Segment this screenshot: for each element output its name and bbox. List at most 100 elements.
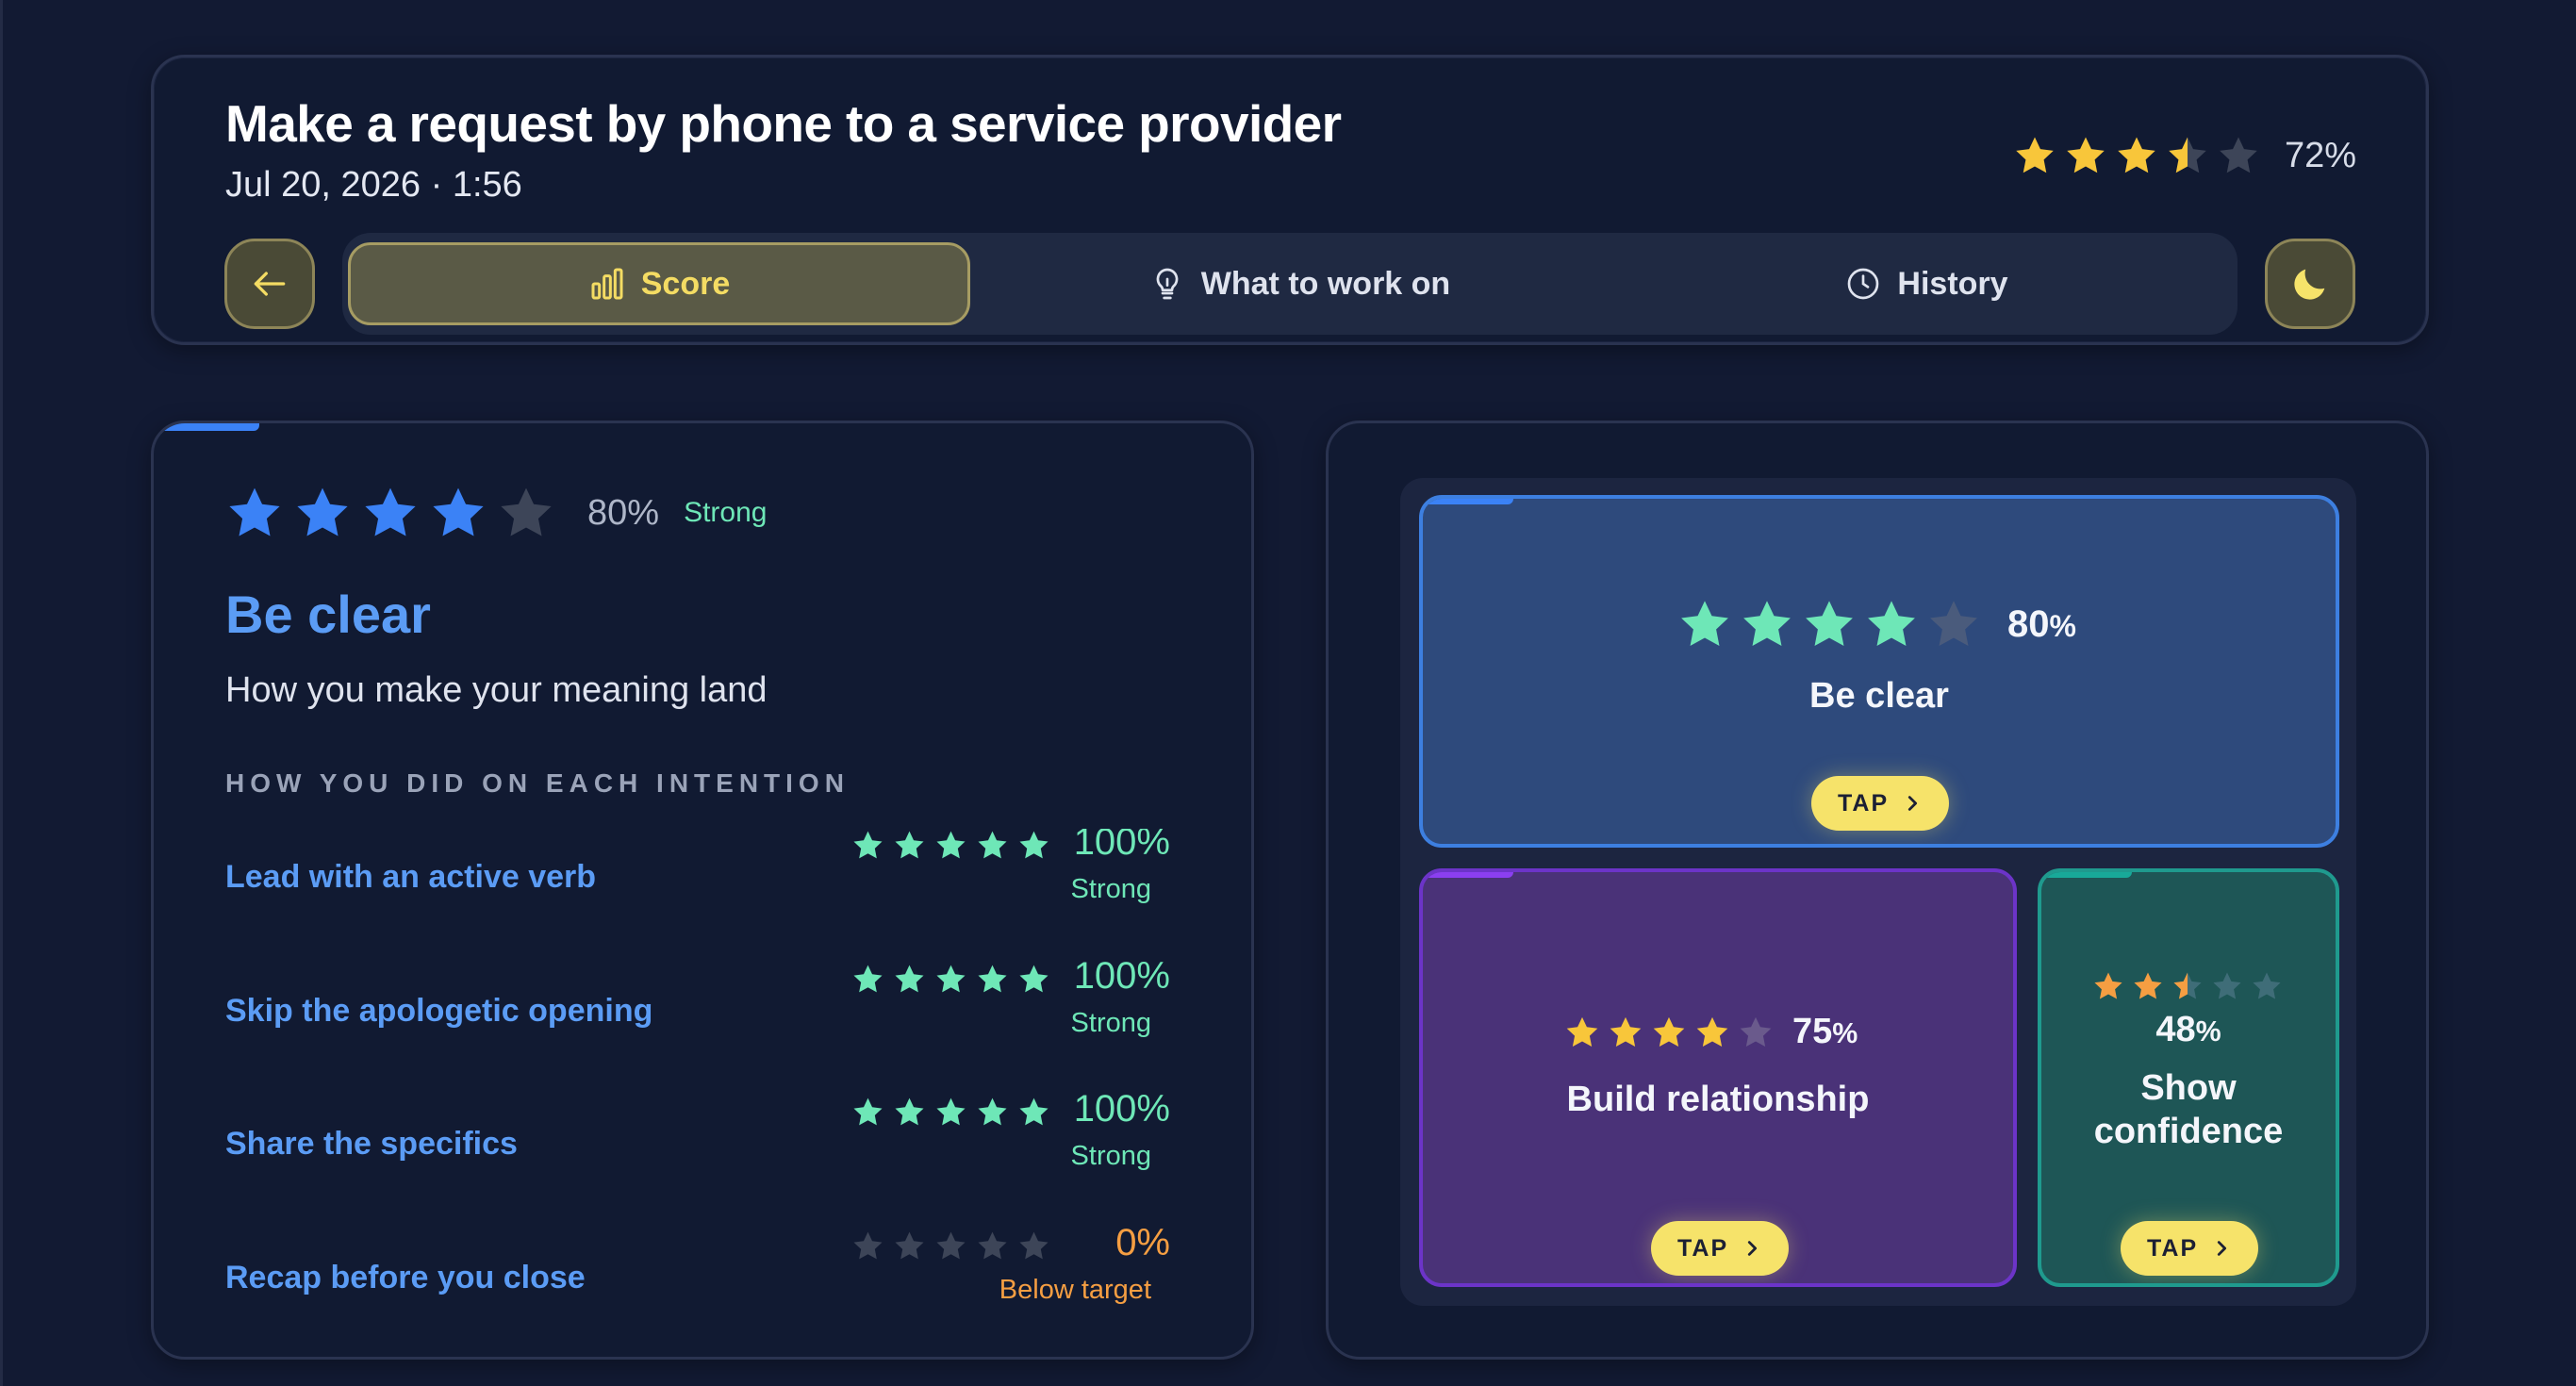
theme-toggle-button[interactable]: [2265, 239, 2355, 329]
skill-rating: 80%: [1677, 597, 2076, 652]
moon-icon: [2294, 269, 2325, 300]
tap-label: TAP: [1838, 789, 1890, 817]
star-icon: [853, 1097, 883, 1126]
star-icon: [365, 487, 416, 536]
star-icon: [1681, 601, 1728, 646]
tap-button[interactable]: TAP: [1651, 1221, 1790, 1276]
tab-score-label: Score: [640, 265, 731, 302]
skill-stars: [2092, 970, 2283, 1002]
tab-what-to-work-on-label: What to work on: [1200, 265, 1451, 302]
intention-name: Skip the apologetic opening: [225, 993, 653, 1029]
star-icon: [1740, 1016, 1772, 1047]
star-icon: [2016, 137, 2054, 173]
star-icon: [1019, 1231, 1049, 1260]
skill-tile-show-confidence[interactable]: 48% Show confidence TAP: [2038, 868, 2339, 1287]
page-subtitle: Jul 20, 2026 · 1:56: [225, 165, 522, 205]
intention-strength: Below target: [999, 1275, 1151, 1305]
star-icon: [978, 1231, 1007, 1260]
chevron-right-icon: [1908, 796, 1918, 811]
intention-name: Lead with an active verb: [225, 859, 597, 895]
star-icon: [1019, 965, 1049, 993]
accent-strip: [154, 423, 259, 431]
star-icon: [1610, 1016, 1642, 1047]
star-icon: [936, 965, 966, 993]
overall-stars: [2013, 134, 2260, 177]
detail-strength: Strong: [684, 497, 768, 528]
star-icon: [2169, 137, 2206, 173]
star-icon: [978, 831, 1007, 859]
intention-row[interactable]: Recap before you close 0% Below target: [154, 1222, 1251, 1319]
star-icon: [895, 1097, 924, 1126]
skill-tile-be-clear[interactable]: 80% Be clear TAP: [1419, 495, 2339, 848]
tap-label: TAP: [1677, 1234, 1729, 1262]
skill-name-line: confidence: [2093, 1112, 2284, 1151]
star-icon: [1566, 1016, 1598, 1047]
section-label: HOW YOU DID ON EACH INTENTION: [225, 768, 850, 798]
star-icon: [853, 831, 883, 859]
star-icon: [2173, 972, 2202, 999]
star-icon: [936, 831, 966, 859]
intention-stars: [851, 963, 1050, 996]
tab-what-to-work-on[interactable]: What to work on: [983, 242, 1615, 325]
star-icon: [297, 487, 348, 536]
tile-accent: [2041, 872, 2132, 878]
star-icon: [1806, 601, 1853, 646]
star-icon: [2213, 972, 2241, 999]
skill-percent: 80%: [2007, 603, 2076, 646]
intention-percent: 100%: [1073, 1088, 1170, 1130]
star-icon: [1868, 601, 1915, 646]
intention-strength: Strong: [1070, 1141, 1151, 1171]
lightbulb-icon: [1156, 268, 1179, 300]
star-icon: [853, 1231, 883, 1260]
chevron-right-icon: [2218, 1241, 2227, 1256]
skill-percent: 75%: [1792, 1012, 1858, 1052]
star-icon: [936, 1097, 966, 1126]
skill-rating: 75%: [1564, 1012, 1858, 1052]
star-icon: [2118, 137, 2155, 173]
intention-row[interactable]: Skip the apologetic opening 100% Strong: [154, 955, 1251, 1085]
intention-stars: [851, 1096, 1050, 1129]
tab-score[interactable]: Score: [348, 242, 970, 325]
tap-button[interactable]: TAP: [1811, 776, 1950, 831]
star-icon: [2253, 972, 2281, 999]
page-title: Make a request by phone to a service pro…: [225, 94, 1342, 153]
intention-stars: [851, 1229, 1050, 1262]
intention-list: Lead with an active verb 100% Strong Ski…: [154, 829, 1251, 1319]
star-icon: [895, 1231, 924, 1260]
bar-chart-icon: [591, 268, 623, 300]
star-icon: [1930, 601, 1977, 646]
intention-stars: [851, 829, 1050, 862]
skill-name: Show confidence: [2041, 1066, 2336, 1153]
skill-tile-build-relationship[interactable]: 75% Build relationship TAP: [1419, 868, 2017, 1287]
detail-percent: 80%: [587, 492, 660, 533]
star-icon: [1019, 1097, 1049, 1126]
star-icon: [978, 965, 1007, 993]
intention-percent: 100%: [1073, 829, 1170, 863]
skill-stars: [1564, 1015, 1774, 1050]
detail-rating: 80% Strong: [225, 480, 767, 546]
intention-percent: 100%: [1073, 955, 1170, 997]
skill-map: 80% Be clear TAP 75% Build relationship …: [1400, 478, 2356, 1306]
clock-icon: [1848, 268, 1879, 300]
star-icon: [1653, 1016, 1685, 1047]
tab-history-label: History: [1897, 265, 2008, 302]
chevron-right-icon: [1748, 1241, 1758, 1256]
star-icon: [229, 487, 280, 536]
intention-row[interactable]: Share the specifics 100% Strong: [154, 1088, 1251, 1218]
percent-sign: %: [2049, 608, 2076, 643]
star-icon: [2134, 972, 2162, 999]
tab-history[interactable]: History: [1625, 242, 2228, 325]
skill-rating: [2092, 970, 2283, 1002]
back-button[interactable]: [224, 239, 315, 329]
intention-strength: Strong: [1070, 1008, 1151, 1038]
star-icon: [2220, 137, 2257, 173]
skill-map-card: 80% Be clear TAP 75% Build relationship …: [1326, 421, 2429, 1360]
percent-sign: %: [2195, 1015, 2221, 1048]
star-icon: [433, 487, 484, 536]
skill-name: Be clear: [1809, 676, 1949, 716]
tap-button[interactable]: TAP: [2121, 1221, 2259, 1276]
tile-accent: [1423, 872, 1513, 878]
intention-strength: Strong: [1070, 874, 1151, 904]
intention-row[interactable]: Lead with an active verb 100% Strong: [154, 829, 1251, 951]
detail-subtitle: How you make your meaning land: [225, 670, 768, 710]
